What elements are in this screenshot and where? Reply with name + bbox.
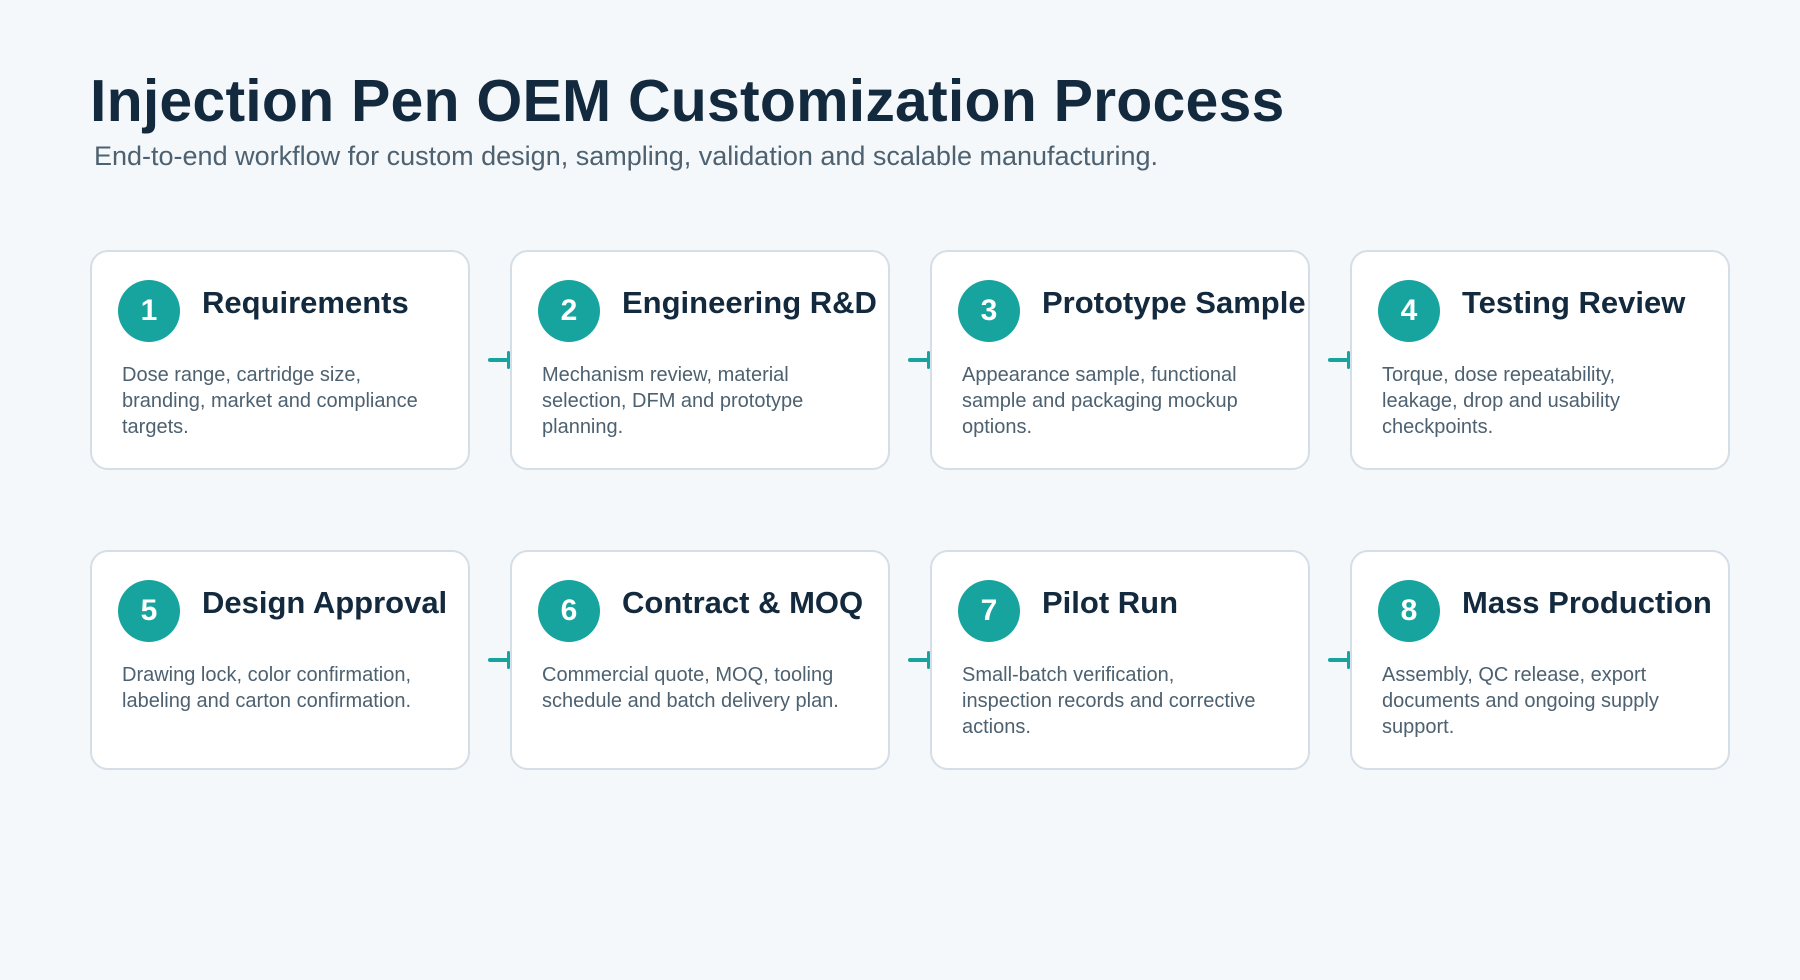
step-card-engineering-rd: 2 Engineering R&D Mechanism review, mate… — [510, 250, 890, 470]
page-title: Injection Pen OEM Customization Process — [90, 68, 1285, 134]
step-description: Torque, dose repeatability, leakage, dro… — [1382, 364, 1620, 438]
step-title: Engineering R&D — [622, 285, 877, 320]
step-card-testing-review: 4 Testing Review Torque, dose repeatabil… — [1350, 250, 1730, 470]
step-card-design-approval: 5 Design Approval Drawing lock, color co… — [90, 550, 470, 770]
step-description: Dose range, cartridge size, branding, ma… — [122, 364, 418, 438]
process-flow: 1 Requirements Dose range, cartridge siz… — [90, 250, 1730, 772]
step-number-badge: 1 — [118, 280, 180, 342]
step-title: Testing Review — [1462, 285, 1686, 320]
step-description: Appearance sample, functional sample and… — [962, 364, 1238, 438]
step-number-badge: 6 — [538, 580, 600, 642]
connector-arrow-icon — [908, 349, 930, 371]
connector-arrow-icon — [1328, 649, 1350, 671]
step-title: Design Approval — [202, 585, 448, 620]
connector-arrow-icon — [488, 649, 510, 671]
step-number-badge: 7 — [958, 580, 1020, 642]
step-card-pilot-run: 7 Pilot Run Small-batch verification, in… — [930, 550, 1310, 770]
step-number-badge: 5 — [118, 580, 180, 642]
step-number-badge: 4 — [1378, 280, 1440, 342]
step-card-mass-production: 8 Mass Production Assembly, QC release, … — [1350, 550, 1730, 770]
step-number-badge: 2 — [538, 280, 600, 342]
step-number-badge: 8 — [1378, 580, 1440, 642]
step-number-badge: 3 — [958, 280, 1020, 342]
step-title: Contract & MOQ — [622, 585, 864, 620]
step-description: Small-batch verification, inspection rec… — [962, 664, 1256, 738]
connector-arrow-icon — [488, 349, 510, 371]
step-card-prototype-sample: 3 Prototype Sample Appearance sample, fu… — [930, 250, 1310, 470]
connector-arrow-icon — [908, 649, 930, 671]
step-title: Mass Production — [1462, 585, 1712, 620]
step-title: Prototype Sample — [1042, 285, 1306, 320]
step-description: Drawing lock, color confirmation, labeli… — [122, 664, 412, 712]
step-description: Mechanism review, material selection, DF… — [542, 364, 804, 438]
step-card-requirements: 1 Requirements Dose range, cartridge siz… — [90, 250, 470, 470]
step-card-contract-moq: 6 Contract & MOQ Commercial quote, MOQ, … — [510, 550, 890, 770]
step-title: Requirements — [202, 285, 409, 320]
step-title: Pilot Run — [1042, 585, 1179, 620]
page-subtitle: End-to-end workflow for custom design, s… — [94, 141, 1159, 171]
step-description: Commercial quote, MOQ, tooling schedule … — [542, 664, 839, 712]
step-description: Assembly, QC release, export documents a… — [1382, 664, 1659, 738]
connector-arrow-icon — [1328, 349, 1350, 371]
